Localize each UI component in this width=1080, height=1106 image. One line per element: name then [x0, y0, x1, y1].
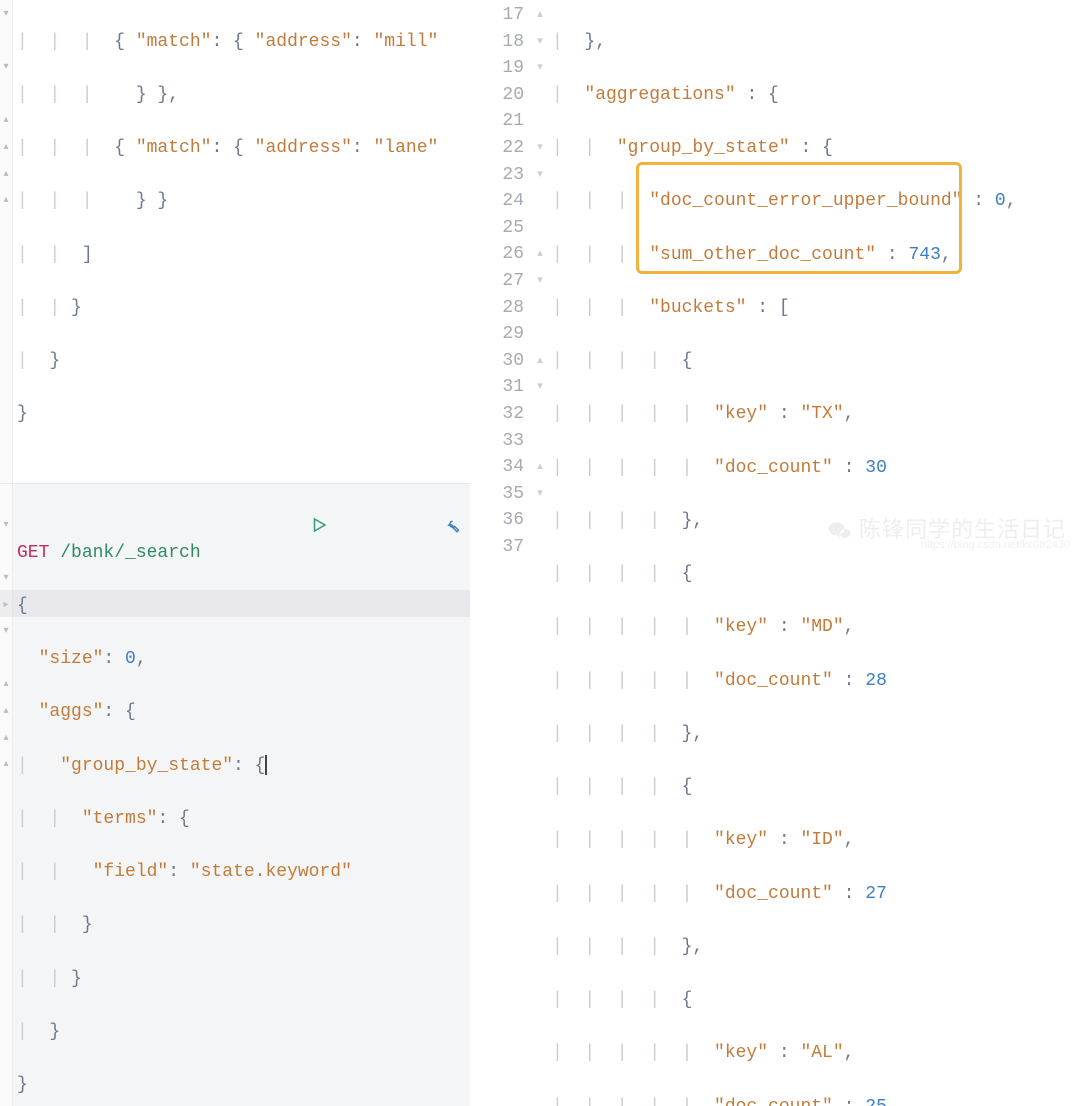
fold-handle[interactable]: ▴: [532, 348, 548, 375]
wrench-icon[interactable]: [334, 489, 460, 570]
fold-handle[interactable]: ▾: [532, 374, 548, 401]
fold-handle[interactable]: ▾: [0, 619, 12, 646]
fold-handle[interactable]: ▴: [532, 454, 548, 481]
fold-handle[interactable]: ▴: [0, 726, 12, 753]
code-area-upper[interactable]: | | | { "match": { "address": "mill" | |…: [13, 0, 470, 483]
fold-handle[interactable]: ▾: [0, 2, 12, 29]
fold-handle[interactable]: ▴: [0, 672, 12, 699]
fold-handle[interactable]: ▾: [0, 513, 12, 540]
previous-request-block: ▾ ▾ ▴ ▴ ▴ ▴ | | | { "match": { "address"…: [0, 0, 470, 483]
fold-gutter: ▾ ▾ ▴ ▴ ▴ ▴: [0, 0, 13, 483]
fold-gutter: ▴ ▾ ▾ ▾ ▾ ▴ ▾ ▴ ▾ ▴ ▾: [532, 0, 548, 553]
fold-handle[interactable]: ▾: [0, 55, 12, 82]
fold-handle[interactable]: ▸: [0, 593, 12, 620]
fold-handle[interactable]: ▴: [0, 188, 12, 215]
fold-handle[interactable]: ▴: [0, 699, 12, 726]
code-area-request[interactable]: GET /bank/_search { "size": 0, "aggs": {…: [13, 484, 470, 1106]
fold-handle[interactable]: ▴: [532, 241, 548, 268]
fold-handle[interactable]: ▾: [532, 55, 548, 82]
fold-handle[interactable]: ▾: [532, 29, 548, 56]
line-numbers: 1718192021222324252627282930313233343536…: [470, 0, 532, 553]
source-url-watermark: https://blog.csdn.net/kc082430: [921, 537, 1070, 553]
text-cursor: [265, 755, 267, 775]
fold-handle[interactable]: ▾: [532, 481, 548, 508]
fold-handle[interactable]: ▾: [532, 162, 548, 189]
response-body[interactable]: | }, | "aggregations" : { | | "group_by_…: [548, 0, 1080, 553]
request-actions: [202, 489, 460, 570]
fold-handle[interactable]: ▴: [0, 752, 12, 779]
fold-handle[interactable]: ▴: [0, 108, 12, 135]
fold-handle[interactable]: ▴: [532, 2, 548, 29]
request-editor-pane: ▾ ▾ ▴ ▴ ▴ ▴ | | | { "match": { "address"…: [0, 0, 470, 553]
fold-handle[interactable]: ▴: [0, 162, 12, 189]
fold-handle[interactable]: ▴: [0, 135, 12, 162]
active-request-block: ▾ ▾ ▸ ▾ ▴ ▴ ▴ ▴ GET /bank/_search { "siz…: [0, 483, 470, 1106]
fold-handle[interactable]: ▾: [532, 268, 548, 295]
response-pane: 1718192021222324252627282930313233343536…: [470, 0, 1080, 553]
fold-handle[interactable]: ▾: [532, 135, 548, 162]
fold-gutter: ▾ ▾ ▸ ▾ ▴ ▴ ▴ ▴: [0, 484, 13, 1106]
fold-handle[interactable]: ▾: [0, 566, 12, 593]
run-icon[interactable]: [202, 489, 328, 570]
